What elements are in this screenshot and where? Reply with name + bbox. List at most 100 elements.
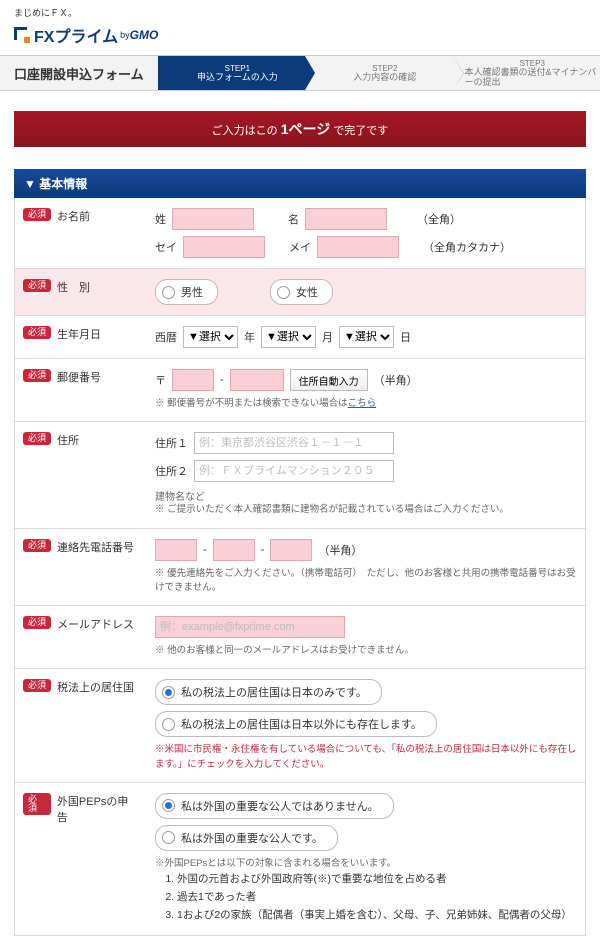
tax-japan-only-radio[interactable]: 私の税法上の居住国は日本のみです。 [155, 679, 382, 705]
section-header: ▼ 基本情報 [14, 169, 586, 198]
peps-o1-label: 私は外国の重要な公人ではありません。 [181, 798, 379, 814]
required-badge: 必須 [23, 616, 51, 629]
halfwidth-hint: （半角） [374, 372, 418, 388]
step-1: STEP1 申込フォームの入力 [158, 56, 305, 90]
phone2-input[interactable] [213, 539, 255, 561]
peps-li3: 1および2の家族（配偶者（事実上婚を含む）、父母、子、兄弟姉妹、配偶者の父母） [177, 907, 577, 925]
phone-note: ※ 優先連絡先をご入力ください。（携帯電話可） ただし、他のお客様と共用の携帯電… [155, 567, 577, 596]
tax-note: ※米国に市民権・永住権を有している場合についても、「私の税法上の居住国は日本以外… [155, 743, 577, 772]
required-badge: 必須 [23, 369, 51, 382]
label-zip: 郵便番号 [57, 369, 101, 385]
ribbon-pre: ご入力はこの [212, 125, 278, 137]
label-name: お名前 [57, 208, 90, 224]
title-bar: 口座開設申込フォーム STEP1 申込フォームの入力 STEP2 入力内容の確認… [0, 55, 600, 91]
addr1-label: 住所１ [155, 435, 188, 451]
ribbon-post: で完了です [333, 125, 388, 137]
fullwidth-hint: （全角） [417, 211, 461, 227]
logo-by: by [120, 30, 130, 40]
gender-female-radio[interactable]: 女性 [270, 279, 333, 305]
seik-label: セイ [155, 239, 177, 255]
phone-dash: - [261, 544, 265, 556]
zip1-input[interactable] [172, 369, 214, 391]
step-label: 本人確認書類の送付&マイナンバーの提出 [465, 68, 600, 88]
label-tax: 税法上の居住国 [57, 679, 134, 695]
required-badge: 必須 [23, 793, 51, 815]
row-zip: 必須郵便番号 〒 - 住所自動入力 （半角） ※ 郵便番号が不明または検索できな… [14, 359, 586, 422]
row-peps: 必須外国PEPsの申告 私は外国の重要な公人ではありません。 私は外国の重要な公… [14, 783, 586, 936]
dob-day-select[interactable]: ▼選択 [339, 326, 394, 348]
required-badge: 必須 [23, 539, 51, 552]
label-address: 住所 [57, 432, 79, 448]
tax-o2-label: 私の税法上の居住国は日本以外にも存在します。 [181, 716, 422, 732]
step-label: 入力内容の確認 [353, 73, 416, 83]
fullkana-hint: （全角カタカナ） [423, 239, 511, 255]
completion-ribbon: ご入力はこの 1ページ で完了です [14, 111, 586, 147]
phone-dash: - [203, 544, 207, 556]
zip2-input[interactable] [230, 369, 284, 391]
row-name: 必須お名前 姓 名 （全角） セイ メイ （全角カタカナ） [14, 198, 586, 269]
row-dob: 必須生年月日 西暦 ▼選択 年 ▼選択 月 ▼選択 日 [14, 316, 586, 359]
tagline-text: まじめにＦＸ。 [0, 0, 600, 21]
required-badge: 必須 [23, 679, 51, 692]
meik-label: メイ [289, 239, 311, 255]
male-label: 男性 [181, 284, 203, 300]
peps-li1: 外国の元首および外国政府等(※)で重要な地位を占める者 [177, 871, 577, 889]
seik-input[interactable] [183, 236, 265, 258]
dob-month-select[interactable]: ▼選択 [261, 326, 316, 348]
addr-sub: 建物名など [155, 488, 577, 503]
ribbon-page: 1ページ [281, 121, 331, 137]
halfwidth-hint: （半角） [318, 542, 362, 558]
tax-o1-label: 私の税法上の居住国は日本のみです。 [181, 684, 367, 700]
row-phone: 必須連絡先電話番号 - - （半角） ※ 優先連絡先をご入力ください。（携帯電話… [14, 529, 586, 607]
meik-input[interactable] [317, 236, 399, 258]
zip-dash: - [220, 374, 224, 386]
sei-input[interactable] [172, 208, 254, 230]
peps-o2-label: 私は外国の重要な公人です。 [181, 830, 323, 846]
female-label: 女性 [296, 284, 318, 300]
row-address: 必須住所 住所１ 住所２ 建物名など ※ ご提示いただく本人確認書類に建物名が記… [14, 422, 586, 528]
label-dob: 生年月日 [57, 326, 101, 342]
required-badge: 必須 [23, 432, 51, 445]
autofill-address-button[interactable]: 住所自動入力 [290, 369, 368, 391]
logo-gmo: GMO [130, 28, 159, 42]
year-label: 年 [244, 329, 255, 345]
step-2: STEP2 入力内容の確認 [305, 56, 452, 90]
logo: FXプライム by GMO [0, 21, 600, 55]
step-3: STEP3 本人確認書類の送付&マイナンバーの提出 [453, 56, 600, 90]
label-email: メールアドレス [57, 616, 134, 632]
phone3-input[interactable] [270, 539, 312, 561]
row-email: 必須メールアドレス ※ 他のお客様と同一のメールアドレスはお受けできません。 [14, 606, 586, 669]
gender-male-radio[interactable]: 男性 [155, 279, 218, 305]
peps-yes-radio[interactable]: 私は外国の重要な公人です。 [155, 825, 338, 851]
zip-help-link[interactable]: こちら [348, 398, 377, 409]
required-badge: 必須 [23, 208, 51, 221]
progress-steps: STEP1 申込フォームの入力 STEP2 入力内容の確認 STEP3 本人確認… [158, 56, 600, 90]
zip-note: ※ 郵便番号が不明または検索できない場合はこちら [155, 397, 577, 411]
phone1-input[interactable] [155, 539, 197, 561]
row-gender: 必須性 別 男性 女性 [14, 269, 586, 316]
day-label: 日 [400, 329, 411, 345]
peps-list: 外国の元首および外国政府等(※)で重要な地位を占める者 過去1であった者 1およ… [155, 871, 577, 925]
label-peps: 外国PEPsの申告 [57, 793, 139, 825]
required-badge: 必須 [23, 279, 51, 292]
dob-year-select[interactable]: ▼選択 [183, 326, 238, 348]
addr-note: ※ ご提示いただく本人確認書類に建物名が記載されている場合はご入力ください。 [155, 503, 577, 517]
email-input[interactable] [155, 616, 345, 638]
email-note: ※ 他のお客様と同一のメールアドレスはお受けできません。 [155, 644, 577, 658]
logo-icon [14, 27, 30, 43]
addr1-input[interactable] [194, 432, 394, 454]
addr2-input[interactable] [194, 460, 394, 482]
month-label: 月 [322, 329, 333, 345]
peps-li2: 過去1であった者 [177, 889, 577, 907]
sei-label: 姓 [155, 211, 166, 227]
zip-mark: 〒 [155, 372, 166, 388]
tax-other-radio[interactable]: 私の税法上の居住国は日本以外にも存在します。 [155, 711, 437, 737]
label-gender: 性 別 [57, 279, 90, 295]
peps-no-radio[interactable]: 私は外国の重要な公人ではありません。 [155, 793, 394, 819]
label-phone: 連絡先電話番号 [57, 539, 134, 555]
addr2-label: 住所２ [155, 463, 188, 479]
step-label: 申込フォームの入力 [197, 73, 278, 83]
page-title: 口座開設申込フォーム [0, 56, 158, 90]
mei-input[interactable] [305, 208, 387, 230]
logo-text: FXプライム [34, 23, 118, 47]
